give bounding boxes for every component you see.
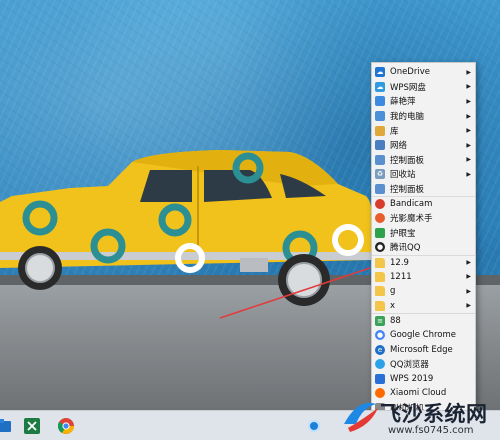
context-menu-item[interactable]: ☁ WPS网盘 ▶ (372, 80, 475, 95)
control-panel-icon (375, 154, 385, 165)
wps-cloud-icon: ☁ (375, 81, 385, 92)
context-menu-item-label: 库 (390, 126, 399, 137)
context-menu-item[interactable]: 网络 ▶ (372, 138, 475, 153)
context-menu-item-label: WPS网盘 (390, 82, 426, 93)
context-menu-item[interactable]: 护眼宝 (372, 226, 475, 241)
context-menu-item-label: 网络 (390, 141, 408, 152)
folder-icon (375, 257, 385, 268)
qq-penguin-icon: ● (375, 242, 385, 253)
submenu-arrow-icon: ▶ (466, 302, 471, 310)
submenu-arrow-icon: ▶ (466, 273, 471, 281)
context-menu-item[interactable]: 薛艳萍 ▶ (372, 94, 475, 109)
library-icon (375, 125, 385, 136)
context-menu-item[interactable]: e Microsoft Edge (372, 342, 475, 357)
context-menu-item-label: 12.9 (390, 257, 409, 268)
watermark-logo (344, 402, 378, 432)
context-menu-item-label: 光影魔术手 (390, 214, 433, 225)
context-menu-item[interactable]: ♻ 回收站 ▶ (372, 167, 475, 182)
taskbar-file-explorer-button[interactable] (0, 416, 14, 436)
wps-icon (375, 373, 385, 384)
context-menu-item[interactable]: 光影魔术手 (372, 211, 475, 226)
context-menu-item-label: 回收站 (390, 170, 416, 181)
context-menu-item[interactable]: 控制面板 (372, 182, 475, 197)
context-menu-item-label: 薛艳萍 (390, 97, 416, 108)
context-menu-item[interactable]: WPS 2019 (372, 371, 475, 386)
context-menu-item[interactable]: ● Google Chrome (372, 328, 475, 343)
watermark-title: 飞沙系统网 (380, 402, 488, 426)
context-menu-item-label: 88 (390, 315, 401, 326)
user-folder-icon (375, 96, 385, 107)
eye-care-icon (375, 227, 385, 238)
context-menu-item[interactable]: 1211 ▶ (372, 269, 475, 284)
computer-icon (375, 111, 385, 122)
edge-icon: e (375, 344, 385, 355)
submenu-arrow-icon: ▶ (466, 83, 471, 91)
context-menu-item[interactable]: ● 腾讯QQ (372, 240, 475, 255)
submenu-arrow-icon: ▶ (466, 170, 471, 178)
document-icon: ≡ (375, 315, 385, 326)
context-menu-item-label: 我的电脑 (390, 112, 425, 123)
context-menu-item-label: Google Chrome (390, 329, 457, 340)
context-menu-item-label: Bandicam (390, 199, 433, 210)
context-menu-item[interactable]: 控制面板 ▶ (372, 153, 475, 168)
submenu-arrow-icon: ▶ (466, 287, 471, 295)
context-menu-item[interactable]: ☁ OneDrive ▶ (372, 65, 475, 80)
context-menu-item[interactable]: Bandicam (372, 196, 475, 211)
folder-icon (375, 300, 385, 311)
context-menu-item-label: Microsoft Edge (390, 344, 453, 355)
context-menu-item-label: OneDrive (390, 67, 430, 78)
context-menu-item-label: 护眼宝 (390, 228, 416, 239)
photo-app-icon (375, 213, 385, 224)
context-menu-item[interactable]: g ▶ (372, 284, 475, 299)
excel-icon (24, 418, 40, 434)
context-menu-item[interactable]: QQ浏览器 (372, 357, 475, 372)
taskbar-chrome-button[interactable] (56, 416, 76, 436)
folder-icon (375, 286, 385, 297)
chrome-icon (58, 418, 74, 434)
context-menu-item[interactable]: x ▶ (372, 299, 475, 314)
tray-network-icon[interactable] (308, 420, 320, 432)
context-menu-item-label: 1211 (390, 271, 412, 282)
submenu-arrow-icon: ▶ (466, 68, 471, 76)
context-menu-item-label: x (390, 300, 396, 311)
submenu-arrow-icon: ▶ (466, 141, 471, 149)
submenu-arrow-icon: ▶ (466, 112, 471, 120)
watermark-url: www.fs0745.com (388, 425, 474, 436)
onedrive-cloud-icon: ☁ (375, 67, 385, 78)
submenu-arrow-icon: ▶ (466, 259, 471, 267)
context-menu-item-label: QQ浏览器 (390, 360, 429, 371)
qq-browser-icon (375, 359, 385, 370)
context-menu-item-label: 控制面板 (390, 155, 425, 166)
chrome-icon: ● (375, 329, 385, 340)
context-menu-item[interactable]: 12.9 ▶ (372, 254, 475, 270)
submenu-arrow-icon: ▶ (466, 97, 471, 105)
context-menu-item-label: 腾讯QQ (390, 243, 421, 254)
submenu-arrow-icon: ▶ (466, 127, 471, 135)
context-menu-item-label: WPS 2019 (390, 373, 434, 384)
desktop-context-menu: ☁ OneDrive ▶ ☁ WPS网盘 ▶ 薛艳萍 ▶ 我的电脑 ▶ 库 ▶ 网络 ▶ 控制面板 ▶ ♻ 回收站… (371, 62, 476, 412)
network-icon (375, 140, 385, 151)
context-menu-item[interactable]: ≡ 88 (372, 313, 475, 328)
recycle-bin-icon: ♻ (375, 169, 385, 180)
context-menu-item-label: g (390, 286, 396, 297)
context-menu-item[interactable]: 库 ▶ (372, 123, 475, 138)
site-watermark: 飞沙系统网 www.fs0745.com (336, 392, 500, 440)
bandicam-icon (375, 199, 385, 210)
context-menu-item-label: 控制面板 (390, 185, 425, 196)
control-panel-icon (375, 184, 385, 195)
submenu-arrow-icon: ▶ (466, 156, 471, 164)
file-explorer-icon (0, 419, 11, 432)
context-menu-item[interactable]: 我的电脑 ▶ (372, 109, 475, 124)
taskbar-excel-button[interactable] (22, 416, 42, 436)
folder-icon (375, 271, 385, 282)
